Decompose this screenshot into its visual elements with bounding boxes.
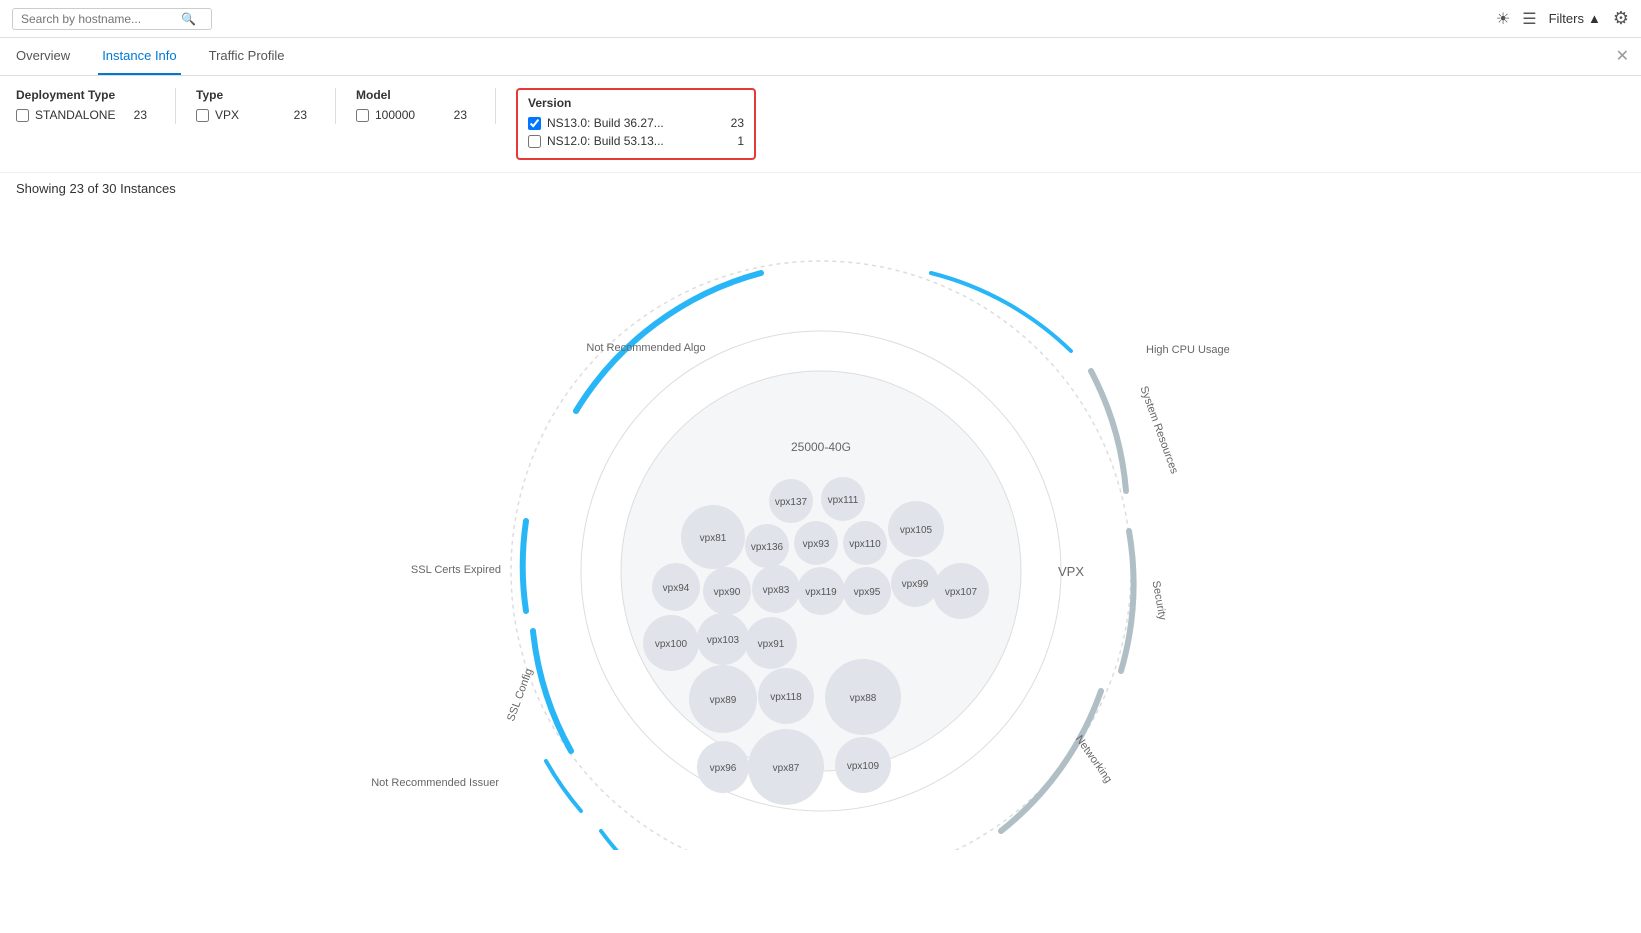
arc-high-cpu (931, 273, 1071, 351)
tab-overview[interactable]: Overview (12, 38, 74, 75)
label-vpx110: vpx110 (849, 539, 881, 550)
showing-instances-text: Showing 23 of 30 Instances (0, 173, 1641, 200)
filter-group-version: Version NS13.0: Build 36.27... 23 NS12.0… (516, 88, 756, 160)
filter-item-ns13: NS13.0: Build 36.27... 23 (528, 116, 744, 130)
label-vpx87: vpx87 (772, 763, 799, 774)
type-label: Type (196, 88, 315, 102)
arc-key-strength (601, 831, 636, 850)
filter-group-model: Model 100000 23 (336, 88, 496, 124)
label-vpx95: vpx95 (853, 587, 880, 598)
label-vpx88: vpx88 (849, 693, 876, 704)
arc-ssl-certs-expired (522, 521, 525, 611)
model-100000-label: 100000 (375, 108, 415, 122)
filter-group-deployment-type: Deployment Type STANDALONE 23 (16, 88, 176, 124)
ns13-count: 23 (724, 116, 744, 130)
filter-row: Deployment Type STANDALONE 23 Type VPX 2… (0, 76, 1641, 173)
filters-label: Filters (1549, 11, 1584, 26)
header: 🔍 ☀ ☰ Filters ▲ ⚙ (0, 0, 1641, 38)
vpx-center-label: VPX (1057, 564, 1083, 579)
label-vpx118: vpx118 (770, 692, 802, 703)
label-vpx96: vpx96 (709, 763, 736, 774)
label-security: Security (1149, 580, 1168, 622)
label-vpx111: vpx111 (827, 495, 858, 506)
arc-networking (1001, 691, 1101, 831)
label-vpx90: vpx90 (713, 587, 740, 598)
search-icon: 🔍 (181, 12, 196, 26)
label-vpx107: vpx107 (944, 587, 977, 598)
label-vpx89: vpx89 (709, 695, 736, 706)
search-box[interactable]: 🔍 (12, 8, 212, 30)
arc-not-recommended-issuer (546, 761, 581, 811)
label-not-recommended-algo: Not Recommended Algo (586, 342, 705, 354)
checkbox-standalone[interactable] (16, 109, 29, 122)
checkbox-100000[interactable] (356, 109, 369, 122)
center-label: 25000-40G (790, 440, 850, 454)
filters-button[interactable]: Filters ▲ (1549, 11, 1601, 26)
checkbox-vpx[interactable] (196, 109, 209, 122)
filter-item-standalone: STANDALONE 23 (16, 108, 155, 122)
label-ssl-config: SSL Config (505, 667, 535, 723)
settings-icon[interactable]: ⚙ (1613, 8, 1629, 29)
vpx-label: VPX (215, 108, 239, 122)
checkbox-ns12[interactable] (528, 135, 541, 148)
model-100000-count: 23 (454, 108, 475, 122)
globe-icon[interactable]: ☀ (1496, 9, 1510, 29)
tabs-bar: Overview Instance Info Traffic Profile ✕ (0, 38, 1641, 76)
label-vpx103: vpx103 (706, 635, 739, 646)
label-vpx136: vpx136 (750, 542, 783, 553)
label-vpx99: vpx99 (901, 579, 928, 590)
label-not-recommended-issuer: Not Recommended Issuer (371, 777, 499, 789)
vpx-count: 23 (294, 108, 315, 122)
chevron-up-icon: ▲ (1588, 11, 1601, 26)
label-system-resources: System Resources (1137, 385, 1180, 476)
checkbox-ns13[interactable] (528, 117, 541, 130)
arc-system-resources (1091, 371, 1126, 491)
label-vpx93: vpx93 (802, 539, 829, 550)
label-vpx109: vpx109 (846, 761, 879, 772)
label-vpx81: vpx81 (699, 533, 726, 544)
search-input[interactable] (21, 12, 181, 26)
chart-container: Not Recommended Algo High CPU Usage Syst… (0, 200, 1641, 850)
label-high-cpu: High CPU Usage (1146, 344, 1230, 356)
tab-close-icon[interactable]: ✕ (1616, 49, 1629, 65)
menu-icon[interactable]: ☰ (1522, 9, 1536, 29)
arc-security (1121, 531, 1134, 671)
filter-item-ns12: NS12.0: Build 53.13... 1 (528, 134, 744, 148)
standalone-count: 23 (134, 108, 155, 122)
bubble-chart: Not Recommended Algo High CPU Usage Syst… (371, 231, 1271, 850)
filter-item-vpx: VPX 23 (196, 108, 315, 122)
label-vpx119: vpx119 (805, 587, 837, 598)
label-vpx83: vpx83 (762, 585, 789, 596)
ns13-label: NS13.0: Build 36.27... (547, 116, 664, 130)
label-vpx137: vpx137 (774, 497, 807, 508)
tab-instance-info[interactable]: Instance Info (98, 38, 180, 75)
deployment-type-label: Deployment Type (16, 88, 155, 102)
filter-item-100000: 100000 23 (356, 108, 475, 122)
ns12-count: 1 (724, 134, 744, 148)
label-vpx94: vpx94 (662, 583, 689, 594)
filter-group-type: Type VPX 23 (176, 88, 336, 124)
label-ssl-certs-expired: SSL Certs Expired (410, 564, 500, 576)
version-label: Version (528, 96, 744, 110)
standalone-label: STANDALONE (35, 108, 115, 122)
ns12-label: NS12.0: Build 53.13... (547, 134, 664, 148)
label-networking: Networking (1072, 733, 1113, 785)
label-vpx91: vpx91 (757, 639, 784, 650)
arc-ssl-config (533, 631, 571, 751)
tab-traffic-profile[interactable]: Traffic Profile (205, 38, 289, 75)
label-vpx100: vpx100 (654, 639, 687, 650)
header-right: ☀ ☰ Filters ▲ ⚙ (1496, 8, 1629, 29)
model-label: Model (356, 88, 475, 102)
label-vpx105: vpx105 (899, 525, 932, 536)
